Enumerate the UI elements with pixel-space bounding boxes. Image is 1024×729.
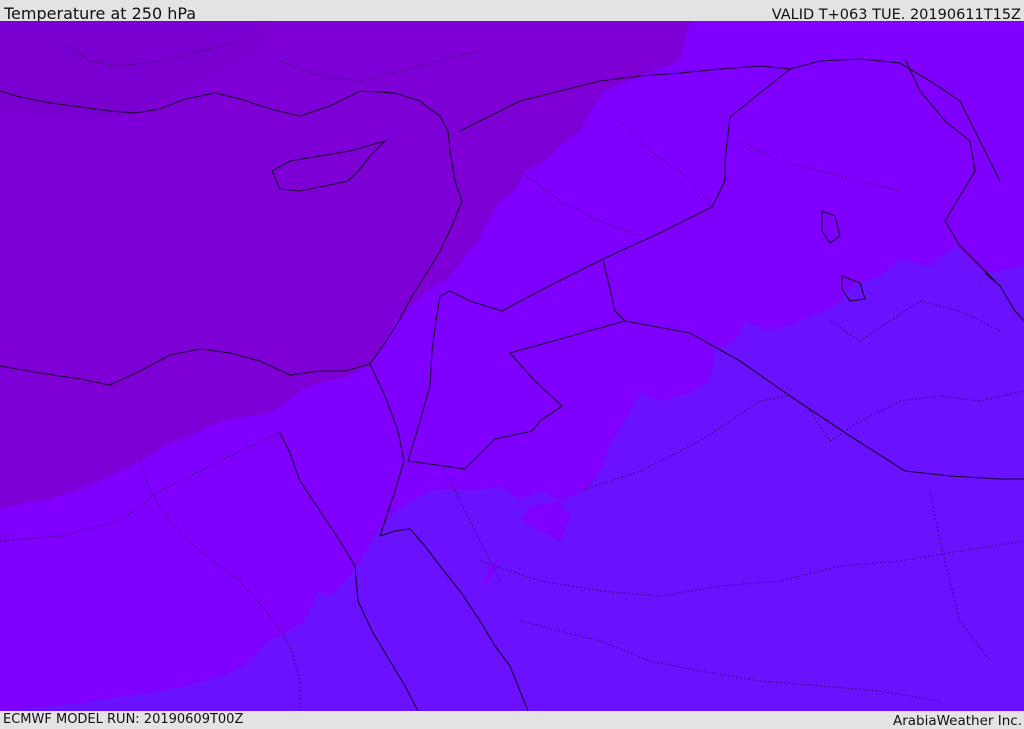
header-bar: Temperature at 250 hPa VALID T+063 TUE. … [0, 0, 1024, 23]
footer-bar: ECMWF MODEL RUN: 20190609T00Z ArabiaWeat… [0, 711, 1024, 729]
model-run-label: ECMWF MODEL RUN: 20190609T00Z [3, 712, 244, 727]
temperature-map[interactable] [0, 21, 1024, 711]
map-canvas [0, 21, 1024, 711]
credit-label: ArabiaWeather Inc. [892, 713, 1022, 729]
